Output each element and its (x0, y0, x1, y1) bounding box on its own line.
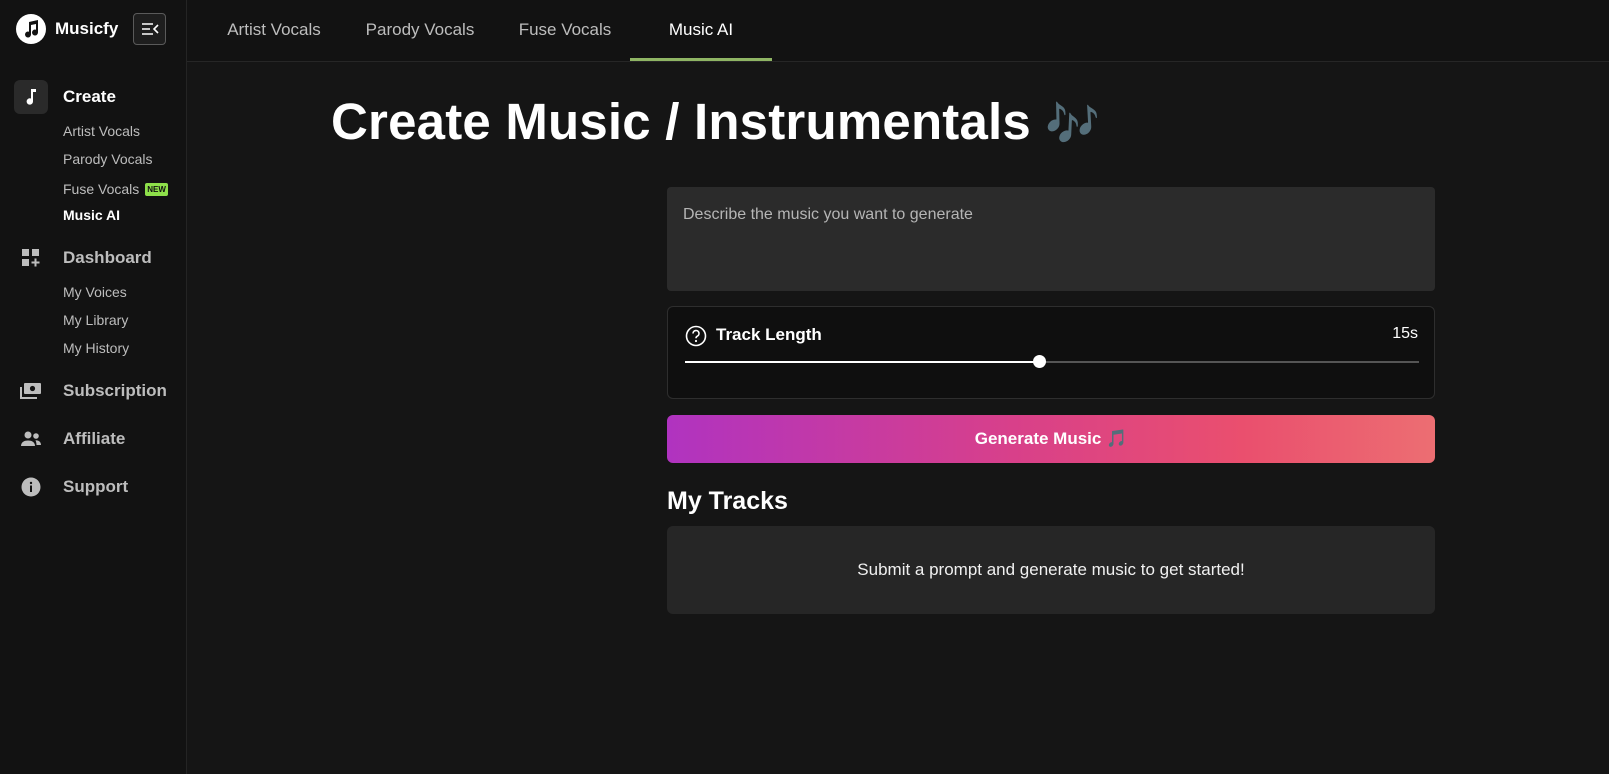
tab-parody-vocals[interactable]: Parody Vocals (358, 0, 482, 60)
slider-thumb[interactable] (1032, 355, 1046, 368)
tracks-empty-state: Submit a prompt and generate music to ge… (667, 526, 1435, 614)
sidebar-item-label: Artist Vocals (63, 123, 141, 139)
tab-label: Music AI (668, 20, 734, 39)
track-length-value: 15s (1392, 325, 1418, 342)
slider-fill (685, 361, 1039, 363)
tab-label: Parody Vocals (365, 20, 475, 39)
nav-create-label: Create (63, 87, 116, 106)
my-tracks-heading: My Tracks (667, 487, 788, 515)
nav-affiliate-label: Affiliate (63, 429, 126, 448)
sidebar-item-parody-vocals[interactable]: Parody Vocals (63, 151, 153, 167)
tab-label: Fuse Vocals (518, 20, 612, 39)
empty-state-message: Submit a prompt and generate music to ge… (857, 560, 1245, 579)
new-badge: NEW (145, 182, 168, 196)
payments-icon (14, 374, 48, 408)
nav-create[interactable]: Create (14, 80, 116, 114)
page-title: Create Music / Instrumentals 🎶 (331, 92, 1100, 151)
music-notes-icon: 🎶 (1045, 100, 1101, 149)
track-length-label: Track Length (716, 325, 822, 344)
generate-music-button[interactable]: Generate Music 🎵 (667, 415, 1435, 463)
sidebar-item-my-voices[interactable]: My Voices (63, 284, 127, 300)
menu-collapse-icon (141, 23, 159, 35)
sidebar-item-label: My Voices (63, 284, 127, 300)
sidebar: Musicfy Create Artist Vocals Parody Voca… (0, 0, 187, 774)
nav-support-label: Support (63, 477, 129, 496)
nav-subscription-label: Subscription (63, 381, 167, 400)
nav-dashboard-label: Dashboard (63, 248, 152, 267)
collapse-sidebar-button[interactable] (133, 13, 166, 45)
sidebar-item-label: Parody Vocals (63, 151, 153, 167)
sidebar-item-label: My History (63, 340, 130, 356)
help-circle-icon[interactable] (685, 325, 707, 352)
sidebar-item-music-ai[interactable]: Music AI (63, 207, 120, 223)
sidebar-item-label: Fuse Vocals (63, 181, 140, 197)
tab-music-ai[interactable]: Music AI (630, 0, 772, 61)
brand[interactable]: Musicfy (16, 14, 118, 44)
tab-fuse-vocals[interactable]: Fuse Vocals (504, 0, 626, 60)
dashboard-add-icon (14, 241, 48, 275)
sidebar-item-label: Music AI (63, 207, 121, 223)
brand-name: Musicfy (55, 19, 119, 38)
nav-subscription[interactable]: Subscription (14, 374, 167, 408)
nav-support[interactable]: Support (14, 470, 128, 504)
sidebar-item-fuse-vocals[interactable]: Fuse Vocals NEW (63, 181, 168, 197)
sidebar-item-my-history[interactable]: My History (63, 340, 129, 356)
sidebar-item-artist-vocals[interactable]: Artist Vocals (63, 123, 140, 139)
sidebar-item-my-library[interactable]: My Library (63, 312, 128, 328)
track-length-panel: Track Length 15s (667, 306, 1435, 399)
top-tab-bar: Artist Vocals Parody Vocals Fuse Vocals … (187, 0, 1609, 62)
track-length-slider[interactable] (685, 355, 1419, 368)
music-note-logo-icon (16, 14, 46, 44)
tab-label: Artist Vocals (227, 20, 321, 39)
prompt-textarea[interactable]: Describe the music you want to generate (667, 187, 1435, 291)
music-note-icon (14, 80, 48, 114)
tab-artist-vocals[interactable]: Artist Vocals (212, 0, 336, 60)
people-icon (14, 422, 48, 456)
nav-dashboard[interactable]: Dashboard (14, 241, 152, 275)
page-title-text: Create Music / Instrumentals (331, 93, 1031, 150)
nav-affiliate[interactable]: Affiliate (14, 422, 125, 456)
sidebar-item-label: My Library (63, 312, 129, 328)
prompt-placeholder: Describe the music you want to generate (683, 206, 973, 223)
info-icon (14, 470, 48, 504)
